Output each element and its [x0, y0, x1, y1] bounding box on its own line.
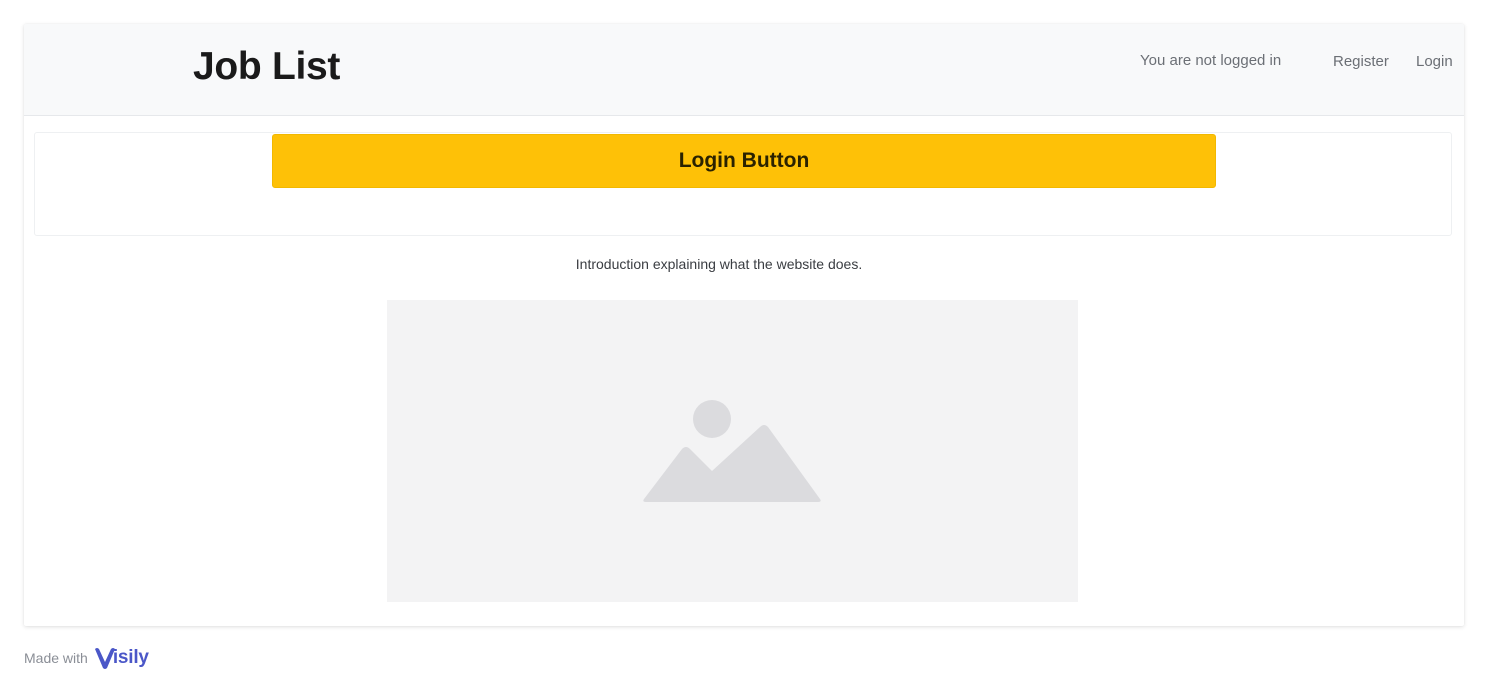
- hero-image: [387, 300, 1078, 602]
- intro-text: Introduction explaining what the website…: [575, 256, 863, 272]
- login-status-text: You are not logged in: [1140, 52, 1282, 69]
- visily-logo-text: isily: [112, 647, 149, 668]
- app-frame: Job List You are not logged in Register …: [24, 24, 1464, 626]
- image-placeholder-icon: [643, 400, 821, 502]
- page-title: Job List: [193, 45, 341, 88]
- login-card: Login Button: [34, 132, 1452, 236]
- register-link[interactable]: Register: [1333, 53, 1389, 71]
- login-button[interactable]: Login Button: [272, 134, 1216, 188]
- footer: Made with isily: [24, 645, 149, 671]
- visily-logo[interactable]: isily: [94, 646, 149, 670]
- login-link[interactable]: Login: [1416, 53, 1453, 71]
- made-with-text: Made with: [24, 650, 88, 666]
- top-header: Job List You are not logged in Register …: [24, 24, 1464, 116]
